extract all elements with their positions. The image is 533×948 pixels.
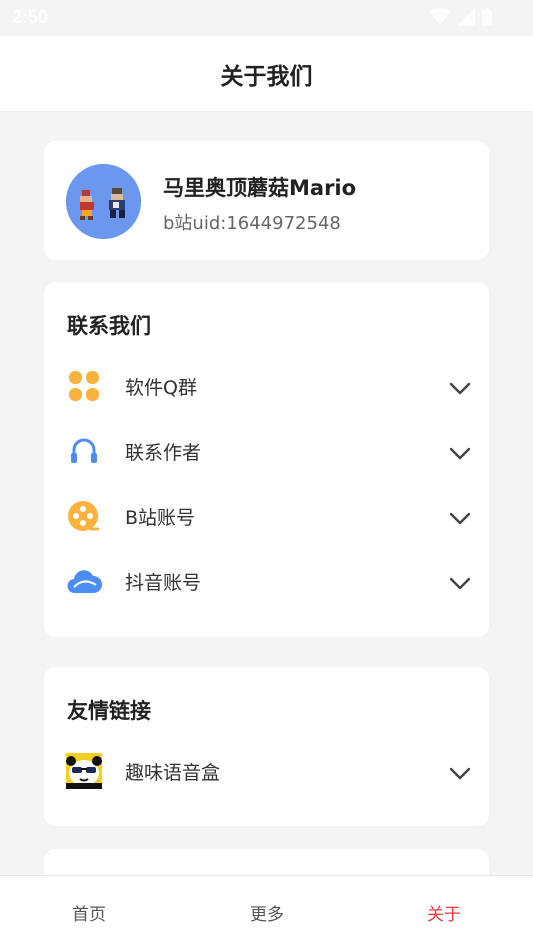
profile-card: 马里奥顶蘑菇Mario b站uid:1644972548: [44, 141, 489, 260]
profile-uid: b站uid:1644972548: [163, 213, 341, 234]
grid-icon: [69, 371, 99, 401]
links-title: 友情链接: [67, 699, 151, 723]
contact-item-author[interactable]: 联系作者: [44, 425, 489, 481]
friend-links-card: 友情链接 趣味语音盒: [44, 667, 489, 826]
avatar: [66, 164, 141, 239]
bottom-nav: 首页 更多 关于: [0, 875, 533, 948]
contact-item-label: 抖音账号: [125, 572, 202, 594]
cloud-icon: [67, 570, 102, 594]
mario-avatar-icon: [66, 164, 141, 239]
wifi-icon: [429, 8, 451, 25]
status-icons: [429, 8, 493, 26]
page-title: 关于我们: [220, 63, 313, 90]
chevron-down-icon[interactable]: [449, 762, 471, 784]
tab-about[interactable]: 关于: [404, 900, 484, 925]
status-bar: 2:50: [0, 0, 533, 36]
tab-more[interactable]: 更多: [227, 900, 307, 925]
contact-item-label: 软件Q群: [125, 377, 197, 399]
battery-icon: [482, 8, 492, 26]
chevron-down-icon[interactable]: [449, 507, 471, 529]
headphones-icon: [71, 438, 97, 463]
film-reel-icon: [68, 501, 99, 531]
status-time: 2:50: [12, 7, 49, 27]
contact-title: 联系我们: [67, 314, 151, 338]
contact-item-label: 联系作者: [125, 442, 202, 464]
signal-icon: [457, 8, 475, 26]
chevron-down-icon[interactable]: [449, 377, 471, 399]
tab-home[interactable]: 首页: [49, 900, 129, 925]
link-item-label: 趣味语音盒: [125, 762, 221, 784]
panda-avatar-icon: [66, 753, 102, 789]
contact-item-qq-group[interactable]: 软件Q群: [44, 360, 489, 416]
profile-name: 马里奥顶蘑菇Mario: [163, 176, 357, 200]
chevron-down-icon[interactable]: [449, 572, 471, 594]
chevron-down-icon[interactable]: [449, 442, 471, 464]
link-item-voice-box[interactable]: 趣味语音盒: [44, 745, 489, 801]
contact-item-douyin[interactable]: 抖音账号: [44, 555, 489, 611]
contact-item-bilibili[interactable]: B站账号: [44, 490, 489, 546]
contact-item-label: B站账号: [125, 507, 196, 529]
contact-card: 联系我们 软件Q群 联系作者 B站账号 抖音账号: [44, 282, 489, 637]
top-bar: 关于我们: [0, 36, 533, 112]
